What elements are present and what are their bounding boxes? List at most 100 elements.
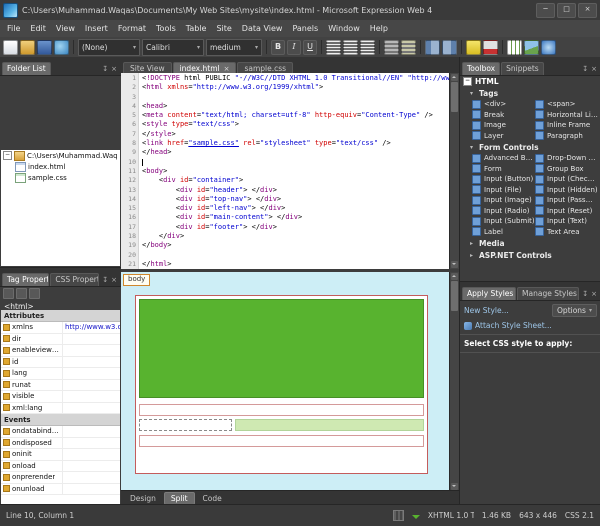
toolbox-section-media[interactable]: ▸Media: [463, 237, 598, 249]
menu-insert[interactable]: Insert: [80, 22, 113, 35]
italic-button[interactable]: I: [287, 40, 301, 55]
property-row-xmlns[interactable]: xmlnshttp://www.w3.org/1999/xhtml: [1, 322, 120, 334]
toolbox-item-horizontal-line[interactable]: Horizontal Line: [535, 110, 598, 121]
toolbox-item-label[interactable]: Label: [472, 227, 535, 238]
folder-list-tab[interactable]: Folder List: [2, 62, 51, 75]
close-panel-icon[interactable]: ×: [111, 276, 117, 284]
pin-icon[interactable]: ↧: [102, 276, 108, 284]
align-left-icon[interactable]: [326, 40, 341, 55]
toolbox-section-asp-net-controls[interactable]: ▸ASP.NET Controls: [463, 249, 598, 261]
tree-collapse-icon[interactable]: −: [463, 77, 472, 86]
property-group-attributes[interactable]: Attributes: [1, 310, 120, 322]
toolbox-item-inline-frame[interactable]: Inline Frame: [535, 120, 598, 131]
toolbox-item-input-text[interactable]: Input (Text): [535, 216, 598, 227]
show-alphabetized-icon[interactable]: [16, 288, 27, 299]
property-row-enableviewstate[interactable]: enableviewstate: [1, 345, 120, 357]
scrollbar-thumb[interactable]: [451, 281, 458, 311]
menu-data-view[interactable]: Data View: [237, 22, 288, 35]
property-row-onprerender[interactable]: onprerender: [1, 472, 120, 484]
tab-apply-styles[interactable]: Apply Styles: [462, 287, 516, 300]
highlight-color-icon[interactable]: [466, 40, 481, 55]
close-button[interactable]: ×: [578, 3, 597, 18]
new-document-icon[interactable]: [3, 40, 18, 55]
scrollbar-thumb[interactable]: [451, 82, 458, 112]
toolbox-item-input-reset[interactable]: Input (Reset): [535, 206, 598, 217]
design-canvas[interactable]: body: [121, 272, 449, 491]
insert-hyperlink-icon[interactable]: [541, 40, 556, 55]
menu-table[interactable]: Table: [181, 22, 212, 35]
indent-icon[interactable]: [442, 40, 457, 55]
tab-manage-styles[interactable]: Manage Styles: [517, 287, 579, 300]
view-tab-code[interactable]: Code: [197, 493, 228, 504]
toolbox-item-span[interactable]: <span>: [535, 99, 598, 110]
menu-edit[interactable]: Edit: [25, 22, 51, 35]
tab-css-properties[interactable]: CSS Properties: [50, 273, 99, 286]
pin-icon[interactable]: ↧: [582, 290, 588, 298]
attach-style-sheet-link[interactable]: Attach Style Sheet...: [475, 321, 552, 330]
toolbox-section-form-controls[interactable]: ▾Form Controls: [463, 141, 598, 153]
property-row-onunload[interactable]: onunload: [1, 484, 120, 496]
tree-collapse-icon[interactable]: −: [3, 151, 12, 160]
align-right-icon[interactable]: [360, 40, 375, 55]
file-index-html[interactable]: index.html: [1, 161, 120, 172]
code-scrollbar[interactable]: [449, 73, 459, 269]
maximize-button[interactable]: □: [557, 3, 576, 18]
show-set-properties-icon[interactable]: [29, 288, 40, 299]
align-center-icon[interactable]: [343, 40, 358, 55]
toolbox-item-break[interactable]: Break: [472, 110, 535, 121]
pin-icon[interactable]: ↧: [102, 65, 108, 73]
minimize-button[interactable]: ─: [536, 3, 555, 18]
outdent-icon[interactable]: [425, 40, 440, 55]
toolbox-item-input-password[interactable]: Input (Password): [535, 195, 598, 206]
toolbox-item-advanced-button[interactable]: Advanced Button: [472, 153, 535, 164]
property-row-ondisposed[interactable]: ondisposed: [1, 438, 120, 450]
toolbox-item-input-image[interactable]: Input (Image): [472, 195, 535, 206]
property-row-oninit[interactable]: oninit: [1, 449, 120, 461]
style-dropdown[interactable]: (None) ▾: [78, 39, 140, 56]
property-row-lang[interactable]: lang: [1, 368, 120, 380]
toolbox-item-text-area[interactable]: Text Area: [535, 227, 598, 238]
property-row-id[interactable]: id: [1, 357, 120, 369]
property-row-onload[interactable]: onload: [1, 461, 120, 473]
bold-button[interactable]: B: [271, 40, 285, 55]
scroll-up-icon[interactable]: [451, 273, 458, 280]
property-group-events[interactable]: Events: [1, 414, 120, 426]
tab-tag-properties[interactable]: Tag Properties: [2, 273, 49, 286]
file-sample-css[interactable]: sample.css: [1, 172, 120, 183]
toolbox-item-group-box[interactable]: Group Box: [535, 164, 598, 175]
close-document-icon[interactable]: ×: [224, 65, 230, 73]
preview-in-browser-icon[interactable]: [54, 40, 69, 55]
code-content[interactable]: <!DOCTYPE html PUBLIC "-//W3C//DTD XHTML…: [139, 73, 449, 269]
insert-table-icon[interactable]: [507, 40, 522, 55]
close-panel-icon[interactable]: ×: [591, 290, 597, 298]
open-file-icon[interactable]: [20, 40, 35, 55]
property-row-dir[interactable]: dir: [1, 334, 120, 346]
toolbox-item-input-hidden[interactable]: Input (Hidden): [535, 185, 598, 196]
toolbox-item-input-file[interactable]: Input (File): [472, 185, 535, 196]
design-scrollbar[interactable]: [449, 272, 459, 491]
scroll-down-icon[interactable]: [451, 483, 458, 490]
toolbox-item-form[interactable]: Form: [472, 164, 535, 175]
toolbox-item-paragraph[interactable]: Paragraph: [535, 131, 598, 142]
toolbox-item-image[interactable]: Image: [472, 120, 535, 131]
pin-icon[interactable]: ↧: [582, 65, 588, 73]
toolbox-item-input-button[interactable]: Input (Button): [472, 174, 535, 185]
toolbox-item-div[interactable]: <div>: [472, 99, 535, 110]
design-left-nav-div[interactable]: [139, 419, 232, 431]
toolbox-item-input-checkbox[interactable]: Input (Checkbox): [535, 174, 598, 185]
save-icon[interactable]: [37, 40, 52, 55]
underline-button[interactable]: U: [303, 40, 317, 55]
body-tag-label[interactable]: body: [123, 274, 150, 286]
menu-help[interactable]: Help: [365, 22, 393, 35]
show-categorized-icon[interactable]: [3, 288, 14, 299]
design-header-div[interactable]: [139, 299, 424, 398]
folder-root[interactable]: − C:\Users\Muhammad.Waqas\Documents\My W…: [1, 150, 120, 161]
scroll-down-icon[interactable]: [451, 261, 458, 268]
menu-tools[interactable]: Tools: [151, 22, 181, 35]
font-dropdown[interactable]: Calibri ▾: [142, 39, 204, 56]
toolbox-section-tags[interactable]: ▾Tags: [463, 87, 598, 99]
menu-file[interactable]: File: [2, 22, 25, 35]
property-row-ondatabinding[interactable]: ondatabinding: [1, 426, 120, 438]
options-button[interactable]: Options ▾: [552, 304, 597, 317]
numbered-list-icon[interactable]: [401, 40, 416, 55]
